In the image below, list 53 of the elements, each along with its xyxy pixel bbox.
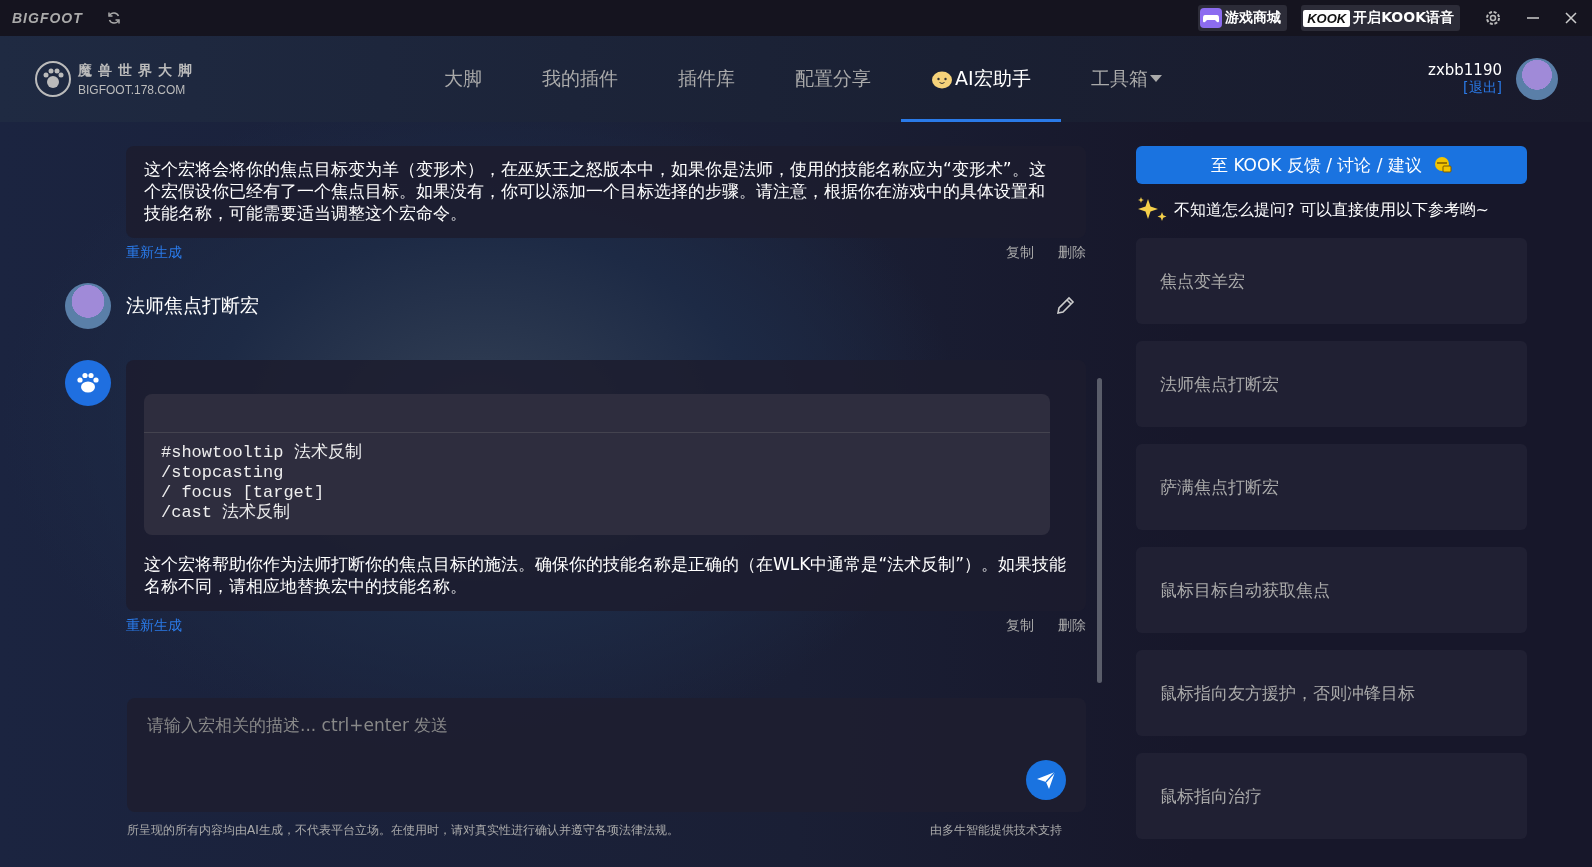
nav-tab[interactable]: 大脚 bbox=[414, 39, 512, 122]
smiley-icon bbox=[931, 69, 953, 89]
suggestion-card[interactable]: 焦点变羊宏 bbox=[1136, 238, 1527, 324]
bot-avatar-icon bbox=[65, 360, 111, 406]
credit-text: 由多牛智能提供技术支持 bbox=[930, 822, 1062, 839]
feedback-button[interactable]: 至 KOOK 反馈 / 讨论 / 建议 bbox=[1136, 146, 1527, 184]
sparkle-icon bbox=[1136, 197, 1168, 223]
nav-tab[interactable]: AI宏助手 bbox=[901, 39, 1061, 122]
delete-link[interactable]: 删除 bbox=[1058, 617, 1086, 635]
code-line: #showtooltip 法术反制 bbox=[161, 443, 363, 463]
send-button[interactable] bbox=[1026, 760, 1066, 800]
nav-tab[interactable]: 配置分享 bbox=[765, 39, 901, 122]
paw-logo-icon bbox=[34, 60, 72, 98]
code-line: / focus [target] bbox=[161, 483, 326, 503]
refresh-icon[interactable] bbox=[106, 11, 121, 25]
disclaimer-text: 所呈现的所有内容均由AI生成，不代表平台立场。在使用时，请对真实性进行确认并遵守各项法律法规。 bbox=[127, 822, 679, 839]
answer-text: 这个宏将帮助你作为法师打断你的焦点目标的施法。确保你的技能名称是正确的（在WLK中通常是“法术反制”）。如果技能名称不同，请相应地替换宏中的技能名称。 bbox=[144, 553, 1068, 597]
answer-text: 这个宏将会将你的焦点目标变为羊（变形术），在巫妖王之怒版本中，如果你是法师，使用的技能名称应为“变形术”。这个宏假设你已经有了一个焦点目标。如果没有，你可以添加一个目标选择的步骤。请注意，根据你在游戏中的具体设置和技能名称，可能需要适当调整这个宏命令。 bbox=[144, 158, 1047, 224]
hint-text: 不知道怎么提问? 可以直接使用以下参考哟~ bbox=[1174, 199, 1489, 221]
code-line: /stopcasting bbox=[161, 463, 285, 483]
settings-icon[interactable] bbox=[1484, 9, 1502, 27]
suggestion-card[interactable]: 鼠标目标自动获取焦点 bbox=[1136, 547, 1527, 633]
emoji-icon bbox=[1434, 156, 1452, 174]
delete-link[interactable]: 删除 bbox=[1058, 244, 1086, 262]
regenerate-link[interactable]: 重新生成 bbox=[126, 244, 182, 262]
suggestion-card[interactable]: 法师焦点打断宏 bbox=[1136, 341, 1527, 427]
logo-subtitle: BIGFOOT.178.COM bbox=[78, 82, 187, 97]
code-line: /cast 法术反制 bbox=[161, 503, 292, 523]
suggestion-card[interactable]: 萨满焦点打断宏 bbox=[1136, 444, 1527, 530]
kook-voice-button[interactable]: KOOK 开启KOOK语音 bbox=[1301, 5, 1460, 31]
suggestion-card[interactable]: 鼠标指向友方援护，否则冲锋目标 bbox=[1136, 650, 1527, 736]
logout-link[interactable]: [退出] bbox=[1463, 79, 1502, 97]
regenerate-link[interactable]: 重新生成 bbox=[126, 617, 182, 635]
caret-icon bbox=[1149, 75, 1162, 83]
message-input[interactable]: 请输入宏相关的描述... ctrl+enter 发送 bbox=[127, 698, 1086, 812]
copy-link[interactable]: 复制 bbox=[1006, 617, 1034, 635]
nav-tab[interactable]: 我的插件 bbox=[512, 39, 648, 122]
username: zxbb1190 bbox=[1428, 61, 1502, 79]
scrollbar[interactable] bbox=[1097, 378, 1102, 683]
controller-icon bbox=[1200, 8, 1223, 28]
nav-tab[interactable]: 插件库 bbox=[648, 39, 765, 122]
question-text: 法师焦点打断宏 bbox=[126, 293, 259, 318]
user-avatar bbox=[65, 283, 111, 329]
suggestion-card[interactable]: 鼠标指向治疗 bbox=[1136, 753, 1527, 839]
copy-link[interactable]: 复制 bbox=[1006, 244, 1034, 262]
kook-logo: KOOK bbox=[1303, 9, 1351, 27]
close-icon[interactable] bbox=[1564, 11, 1578, 25]
logo-title: 魔兽世界大脚 bbox=[78, 61, 198, 80]
user-avatar bbox=[1516, 58, 1558, 100]
game-store-button[interactable]: 游戏商城 bbox=[1198, 5, 1288, 31]
brand-logo: BIGFOOT bbox=[12, 10, 83, 26]
edit-icon[interactable] bbox=[1054, 295, 1076, 317]
nav-tab[interactable]: 工具箱 bbox=[1060, 39, 1192, 122]
